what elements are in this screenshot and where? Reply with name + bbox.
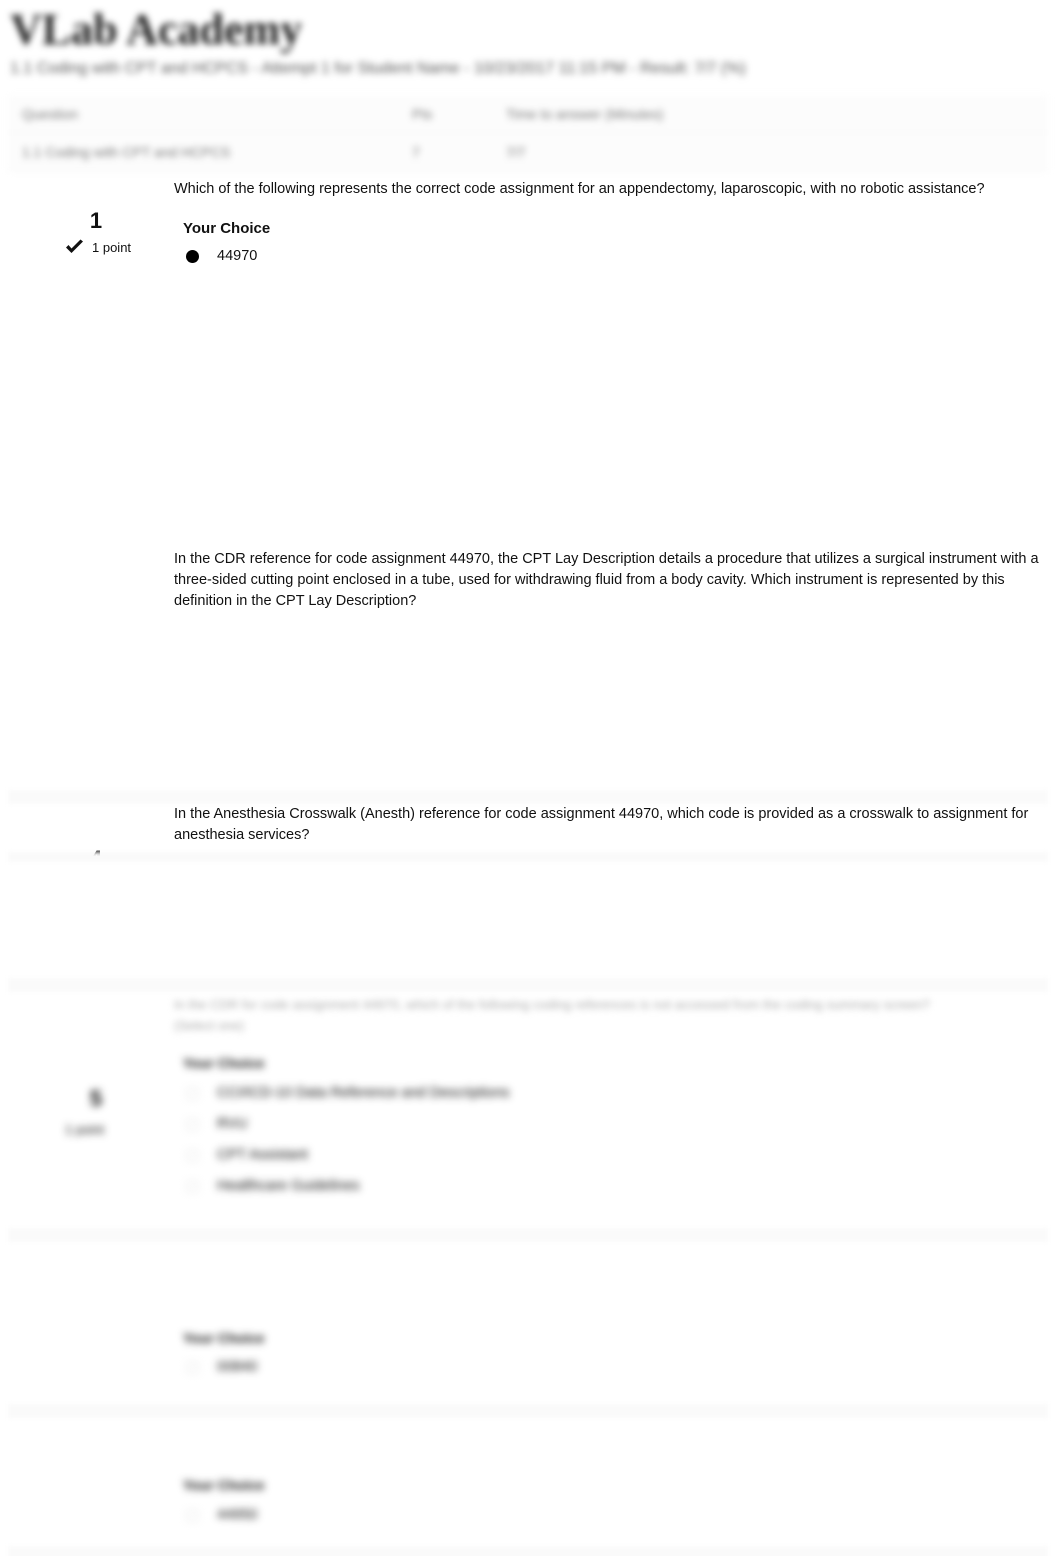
section-divider <box>8 1228 1048 1242</box>
summary-cell: 7/7 <box>506 143 526 160</box>
choice-option: RVU <box>186 1116 247 1132</box>
choice-option: 00840 <box>186 1359 257 1375</box>
attempt-subtitle: 1.1 Coding with CPT and HCPCS - Attempt … <box>10 60 746 77</box>
summary-cell: Pts <box>412 105 433 122</box>
radio-empty-icon <box>186 1508 199 1522</box>
site-title: VLab Academy <box>10 5 303 54</box>
summary-cell: Time to answer (Minutes) <box>506 105 664 122</box>
choice-label: CPT Assistant <box>217 1147 308 1163</box>
radio-selected-icon <box>186 249 199 263</box>
question-text: In the CDR for code assignment 44970, wh… <box>174 997 930 1033</box>
choice-option: 44970 <box>186 248 257 264</box>
question-number: 5 <box>89 1086 103 1111</box>
summary-header-row: Question Pts Time to answer (Minutes) <box>8 95 1048 133</box>
summary-cell: Question <box>22 105 79 122</box>
choice-heading: Your Choice <box>183 1055 265 1071</box>
choice-option: CPT Assistant <box>186 1147 308 1163</box>
choice-option: CCI/ICD-10 Data Reference and Descriptio… <box>186 1085 510 1101</box>
summary-cell: 7 <box>412 143 420 160</box>
section-divider <box>8 978 1048 992</box>
question-score: 1 point <box>65 239 131 255</box>
section-divider <box>8 790 1048 804</box>
summary-table: Question Pts Time to answer (Minutes) 1.… <box>8 95 1048 171</box>
summary-cell: 1.1 Coding with CPT and HCPCS <box>22 143 231 160</box>
choice-label: 44950 <box>217 1507 258 1523</box>
checkmark-icon <box>66 239 83 253</box>
choice-heading: Your Choice <box>183 220 271 237</box>
radio-empty-icon <box>186 1148 199 1162</box>
choice-label: 00840 <box>217 1359 258 1375</box>
question-text: In the Anesthesia Crosswalk (Anesth) ref… <box>174 806 1029 843</box>
score-label: 1 point <box>92 239 132 255</box>
question-score: 1 point <box>65 1122 104 1137</box>
choice-label: Healthcare Guidelines <box>217 1178 360 1194</box>
radio-empty-icon <box>186 1117 199 1131</box>
choice-heading: Your Choice <box>183 1477 265 1493</box>
radio-empty-icon <box>186 1086 199 1100</box>
section-divider <box>8 1546 1048 1556</box>
choice-label: CCI/ICD-10 Data Reference and Descriptio… <box>217 1085 510 1101</box>
radio-empty-icon <box>186 1360 199 1374</box>
choice-option: 44950 <box>186 1507 257 1523</box>
radio-empty-icon <box>186 1179 199 1193</box>
score-label: 1 point <box>65 1122 105 1137</box>
section-divider <box>8 1404 1048 1418</box>
summary-row: 1.1 Coding with CPT and HCPCS 7 7/7 <box>8 133 1048 171</box>
section-divider <box>8 852 1048 862</box>
choice-heading: Your Choice <box>183 1330 265 1346</box>
question-number: 1 <box>89 208 103 233</box>
choice-option: Healthcare Guidelines <box>186 1178 360 1194</box>
question-text: Which of the following represents the co… <box>174 181 985 197</box>
question-text: In the CDR reference for code assignment… <box>174 551 1039 609</box>
choice-label: 44970 <box>217 248 258 264</box>
choice-label: RVU <box>217 1116 248 1132</box>
